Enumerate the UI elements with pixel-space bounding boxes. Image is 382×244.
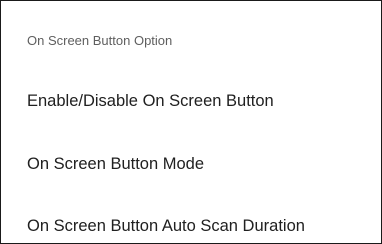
- setting-enable-disable-on-screen-button[interactable]: Enable/Disable On Screen Button: [27, 92, 274, 111]
- section-header: On Screen Button Option: [27, 33, 173, 48]
- setting-on-screen-button-mode[interactable]: On Screen Button Mode: [27, 155, 204, 174]
- setting-on-screen-button-auto-scan-duration[interactable]: On Screen Button Auto Scan Duration: [27, 217, 305, 236]
- settings-panel: On Screen Button Option Enable/Disable O…: [0, 0, 382, 244]
